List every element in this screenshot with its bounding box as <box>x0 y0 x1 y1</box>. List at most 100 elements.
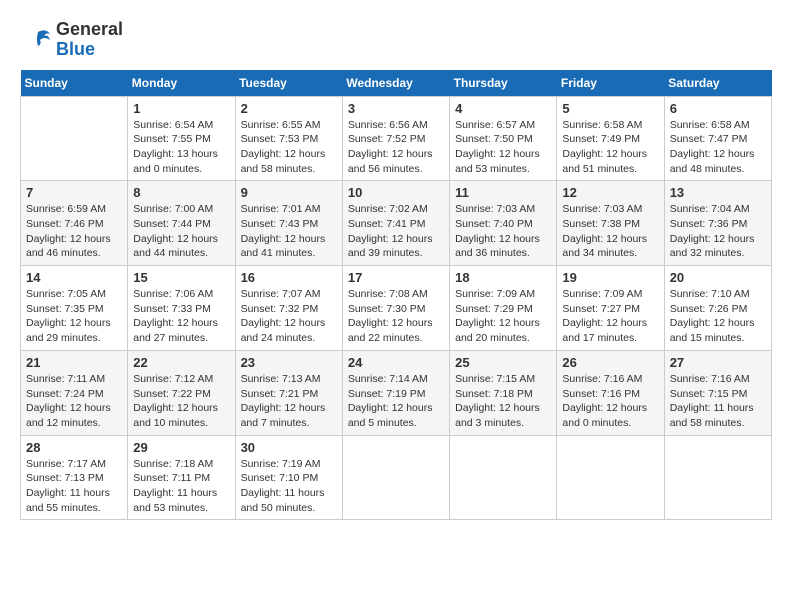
header-friday: Friday <box>557 70 664 97</box>
day-info: Sunrise: 7:11 AMSunset: 7:24 PMDaylight:… <box>26 372 122 431</box>
day-info: Sunrise: 7:03 AMSunset: 7:40 PMDaylight:… <box>455 202 551 261</box>
day-number: 5 <box>562 101 658 116</box>
day-info: Sunrise: 7:01 AMSunset: 7:43 PMDaylight:… <box>241 202 337 261</box>
day-info: Sunrise: 6:55 AMSunset: 7:53 PMDaylight:… <box>241 118 337 177</box>
calendar-cell: 9Sunrise: 7:01 AMSunset: 7:43 PMDaylight… <box>235 181 342 266</box>
calendar-cell: 1 Sunrise: 6:54 AMSunset: 7:55 PMDaylight… <box>128 96 235 181</box>
day-info: Sunrise: 7:15 AMSunset: 7:18 PMDaylight:… <box>455 372 551 431</box>
day-info: Sunrise: 6:54 AMSunset: 7:55 PMDaylight:… <box>133 118 229 177</box>
day-number: 3 <box>348 101 444 116</box>
header-sunday: Sunday <box>21 70 128 97</box>
day-info: Sunrise: 6:58 AMSunset: 7:47 PMDaylight:… <box>670 118 766 177</box>
calendar-cell: 30 Sunrise: 7:19 AMSunset: 7:10 PMDayligh… <box>235 435 342 520</box>
calendar-cell: 28 Sunrise: 7:17 AMSunset: 7:13 PMDayligh… <box>21 435 128 520</box>
day-number: 6 <box>670 101 766 116</box>
calendar-cell: 16 Sunrise: 7:07 AMSunset: 7:32 PMDayligh… <box>235 266 342 351</box>
day-info: Sunrise: 7:09 AMSunset: 7:27 PMDaylight:… <box>562 287 658 346</box>
day-number: 29 <box>133 440 229 455</box>
day-number: 16 <box>241 270 337 285</box>
week-row-1: 1 Sunrise: 6:54 AMSunset: 7:55 PMDaylight… <box>21 96 772 181</box>
calendar-cell <box>21 96 128 181</box>
calendar-cell <box>557 435 664 520</box>
week-row-3: 14 Sunrise: 7:05 AMSunset: 7:35 PMDayligh… <box>21 266 772 351</box>
day-info: Sunrise: 7:10 AMSunset: 7:26 PMDaylight:… <box>670 287 766 346</box>
calendar-cell: 11 Sunrise: 7:03 AMSunset: 7:40 PMDayligh… <box>450 181 557 266</box>
calendar-cell: 20 Sunrise: 7:10 AMSunset: 7:26 PMDayligh… <box>664 266 771 351</box>
day-number: 26 <box>562 355 658 370</box>
calendar-cell: 24Sunrise: 7:14 AMSunset: 7:19 PMDayligh… <box>342 350 449 435</box>
day-number: 15 <box>133 270 229 285</box>
calendar-cell: 3 Sunrise: 6:56 AMSunset: 7:52 PMDaylight… <box>342 96 449 181</box>
calendar-cell: 17 Sunrise: 7:08 AMSunset: 7:30 PMDayligh… <box>342 266 449 351</box>
calendar-cell <box>664 435 771 520</box>
day-info: Sunrise: 7:02 AMSunset: 7:41 PMDaylight:… <box>348 202 444 261</box>
day-info: Sunrise: 7:03 AMSunset: 7:38 PMDaylight:… <box>562 202 658 261</box>
calendar-cell: 23 Sunrise: 7:13 AMSunset: 7:21 PMDayligh… <box>235 350 342 435</box>
day-number: 14 <box>26 270 122 285</box>
calendar-cell: 5 Sunrise: 6:58 AMSunset: 7:49 PMDaylight… <box>557 96 664 181</box>
calendar-cell: 10Sunrise: 7:02 AMSunset: 7:41 PMDayligh… <box>342 181 449 266</box>
header-wednesday: Wednesday <box>342 70 449 97</box>
day-number: 1 <box>133 101 229 116</box>
day-info: Sunrise: 7:17 AMSunset: 7:13 PMDaylight:… <box>26 457 122 516</box>
header-thursday: Thursday <box>450 70 557 97</box>
day-info: Sunrise: 6:58 AMSunset: 7:49 PMDaylight:… <box>562 118 658 177</box>
calendar-cell: 26 Sunrise: 7:16 AMSunset: 7:16 PMDayligh… <box>557 350 664 435</box>
day-number: 18 <box>455 270 551 285</box>
day-info: Sunrise: 7:07 AMSunset: 7:32 PMDaylight:… <box>241 287 337 346</box>
day-number: 30 <box>241 440 337 455</box>
calendar-cell: 29 Sunrise: 7:18 AMSunset: 7:11 PMDayligh… <box>128 435 235 520</box>
calendar-cell: 6 Sunrise: 6:58 AMSunset: 7:47 PMDaylight… <box>664 96 771 181</box>
day-number: 12 <box>562 185 658 200</box>
day-info: Sunrise: 6:56 AMSunset: 7:52 PMDaylight:… <box>348 118 444 177</box>
day-info: Sunrise: 7:06 AMSunset: 7:33 PMDaylight:… <box>133 287 229 346</box>
calendar-cell: 7 Sunrise: 6:59 AMSunset: 7:46 PMDaylight… <box>21 181 128 266</box>
day-number: 17 <box>348 270 444 285</box>
logo-general: General <box>56 20 123 40</box>
day-info: Sunrise: 6:59 AMSunset: 7:46 PMDaylight:… <box>26 202 122 261</box>
day-number: 20 <box>670 270 766 285</box>
day-number: 8 <box>133 185 229 200</box>
day-number: 19 <box>562 270 658 285</box>
page-header: General Blue <box>20 20 772 60</box>
calendar-cell: 19 Sunrise: 7:09 AMSunset: 7:27 PMDayligh… <box>557 266 664 351</box>
day-number: 13 <box>670 185 766 200</box>
day-number: 21 <box>26 355 122 370</box>
day-number: 28 <box>26 440 122 455</box>
calendar-cell: 27Sunrise: 7:16 AMSunset: 7:15 PMDayligh… <box>664 350 771 435</box>
week-row-5: 28 Sunrise: 7:17 AMSunset: 7:13 PMDayligh… <box>21 435 772 520</box>
day-info: Sunrise: 7:19 AMSunset: 7:10 PMDaylight:… <box>241 457 337 516</box>
day-number: 27 <box>670 355 766 370</box>
day-info: Sunrise: 7:14 AMSunset: 7:19 PMDaylight:… <box>348 372 444 431</box>
week-row-2: 7 Sunrise: 6:59 AMSunset: 7:46 PMDaylight… <box>21 181 772 266</box>
day-number: 2 <box>241 101 337 116</box>
day-info: Sunrise: 7:00 AMSunset: 7:44 PMDaylight:… <box>133 202 229 261</box>
header-monday: Monday <box>128 70 235 97</box>
day-number: 4 <box>455 101 551 116</box>
day-info: Sunrise: 7:12 AMSunset: 7:22 PMDaylight:… <box>133 372 229 431</box>
calendar-cell: 12 Sunrise: 7:03 AMSunset: 7:38 PMDayligh… <box>557 181 664 266</box>
day-info: Sunrise: 7:09 AMSunset: 7:29 PMDaylight:… <box>455 287 551 346</box>
calendar-cell: 8 Sunrise: 7:00 AMSunset: 7:44 PMDaylight… <box>128 181 235 266</box>
logo-blue: Blue <box>56 40 123 60</box>
day-info: Sunrise: 7:18 AMSunset: 7:11 PMDaylight:… <box>133 457 229 516</box>
header-saturday: Saturday <box>664 70 771 97</box>
day-number: 11 <box>455 185 551 200</box>
day-info: Sunrise: 7:16 AMSunset: 7:16 PMDaylight:… <box>562 372 658 431</box>
header-tuesday: Tuesday <box>235 70 342 97</box>
calendar-cell: 25Sunrise: 7:15 AMSunset: 7:18 PMDayligh… <box>450 350 557 435</box>
calendar-cell: 4 Sunrise: 6:57 AMSunset: 7:50 PMDaylight… <box>450 96 557 181</box>
week-row-4: 21 Sunrise: 7:11 AMSunset: 7:24 PMDayligh… <box>21 350 772 435</box>
day-info: Sunrise: 7:05 AMSunset: 7:35 PMDaylight:… <box>26 287 122 346</box>
header-row: SundayMondayTuesdayWednesdayThursdayFrid… <box>21 70 772 97</box>
day-number: 7 <box>26 185 122 200</box>
day-info: Sunrise: 6:57 AMSunset: 7:50 PMDaylight:… <box>455 118 551 177</box>
calendar-cell: 2 Sunrise: 6:55 AMSunset: 7:53 PMDaylight… <box>235 96 342 181</box>
day-number: 23 <box>241 355 337 370</box>
day-info: Sunrise: 7:08 AMSunset: 7:30 PMDaylight:… <box>348 287 444 346</box>
day-info: Sunrise: 7:13 AMSunset: 7:21 PMDaylight:… <box>241 372 337 431</box>
calendar-cell <box>450 435 557 520</box>
logo-bird-icon <box>20 24 52 56</box>
logo: General Blue <box>20 20 123 60</box>
day-number: 22 <box>133 355 229 370</box>
